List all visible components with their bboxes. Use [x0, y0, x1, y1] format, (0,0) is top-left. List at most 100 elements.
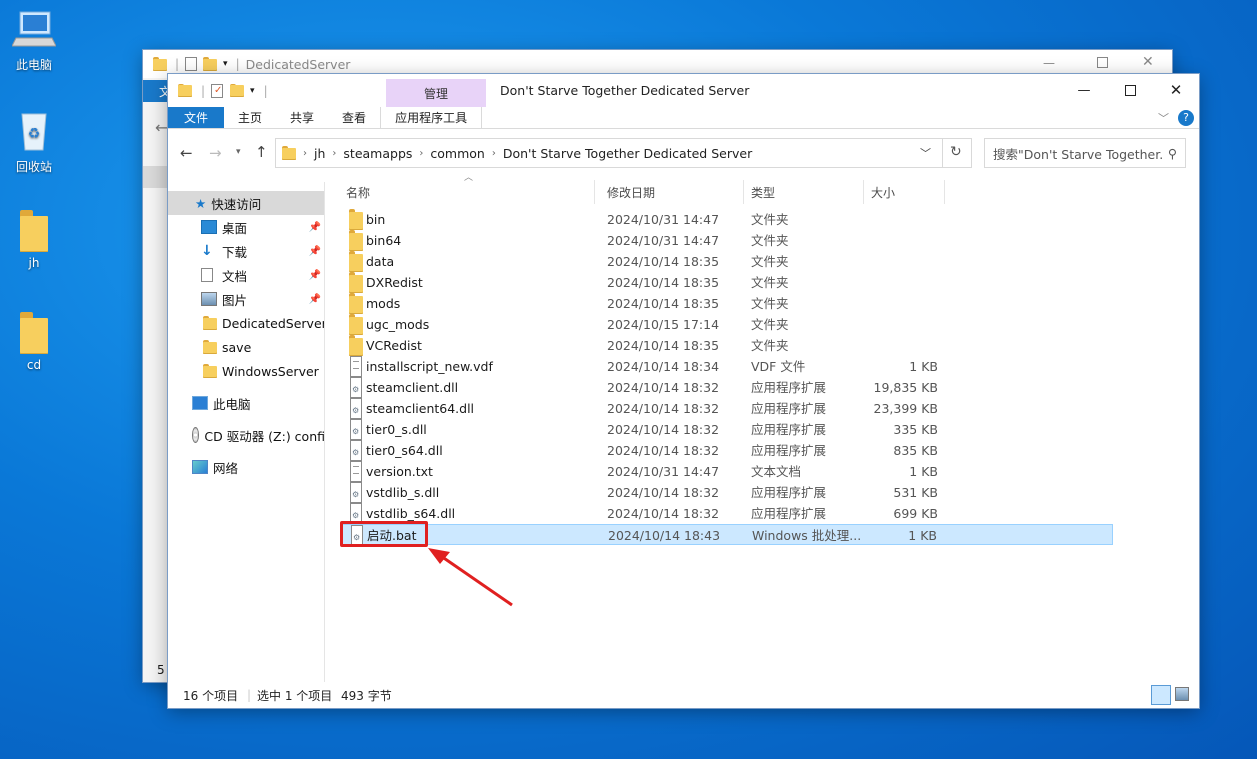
folder-icon [178, 83, 192, 98]
sidebar-item-desktop[interactable]: 桌面 📌 [168, 215, 324, 239]
annotation-arrow-icon [428, 548, 513, 607]
table-row[interactable]: version.txt 2024/10/31 14:47 文本文档 1 KB [340, 461, 1113, 482]
recent-chevron-icon[interactable]: ▾ [236, 147, 241, 157]
table-row[interactable]: mods 2024/10/14 18:35 文件夹 [340, 293, 1113, 314]
breadcrumb-item[interactable]: jh [314, 146, 325, 161]
cell-size: 699 KB [893, 506, 938, 521]
table-row[interactable]: steamclient64.dll 2024/10/14 18:32 应用程序扩展 2… [340, 398, 1113, 421]
title-bar[interactable]: | ✓ ▾ | 管理 Don't Starve Together Dedicat… [168, 74, 1199, 107]
breadcrumb-item[interactable]: Don't Starve Together Dedicated Server [503, 146, 752, 161]
cell-type: VDF 文件 [751, 359, 806, 374]
manage-context-tab[interactable]: 管理 [386, 79, 486, 107]
table-row[interactable]: bin64 2024/10/31 14:47 文件夹 [340, 230, 1113, 251]
sidebar-item-label: CD 驱动器 (Z:) confi [204, 428, 325, 444]
sidebar-item-this-pc[interactable]: 此电脑 [168, 391, 324, 415]
up-arrow-icon[interactable]: ↑ [255, 143, 268, 161]
selected-size: 493 字节 [341, 688, 392, 703]
cell-type: 文件夹 [751, 212, 789, 227]
column-header-type[interactable]: 类型 [745, 180, 864, 204]
cell-date: 2024/10/14 18:32 [607, 506, 720, 521]
cell-name: bin64 [366, 233, 402, 248]
table-row[interactable]: tier0_s.dll 2024/10/14 18:32 应用程序扩展 335 KB [340, 419, 1113, 442]
sidebar-item-downloads[interactable]: ↓ 下载 📌 [168, 239, 324, 263]
desktop-icon-recycle-bin[interactable]: ♻ 回收站 [2, 108, 66, 175]
folder-icon [349, 272, 363, 293]
back-arrow-icon[interactable]: ← [155, 118, 168, 137]
sidebar-item-windowsserver[interactable]: WindowsServer [168, 359, 324, 383]
properties-icon[interactable]: ✓ [211, 83, 224, 98]
gear-file-icon [350, 377, 362, 400]
refresh-icon[interactable]: ↻ [950, 144, 962, 160]
ribbon-expand-icon[interactable]: ﹀ [1158, 110, 1169, 126]
table-row[interactable]: DXRedist 2024/10/14 18:35 文件夹 [340, 272, 1113, 293]
breadcrumb-item[interactable]: common [430, 146, 484, 161]
sidebar-item-documents[interactable]: 文档 📌 [168, 263, 324, 287]
close-button[interactable]: ✕ [1153, 74, 1199, 106]
breadcrumb-separator-icon: › [419, 147, 424, 159]
tab-view[interactable]: 查看 [328, 107, 380, 128]
large-icons-view-button[interactable] [1175, 687, 1189, 701]
column-header-name[interactable]: 名称 [340, 180, 595, 204]
back-arrow-icon[interactable]: ← [180, 144, 193, 162]
tab-application-tools[interactable]: 应用程序工具 [380, 107, 483, 128]
cell-date: 2024/10/31 14:47 [607, 212, 720, 227]
table-row[interactable]: tier0_s64.dll 2024/10/14 18:32 应用程序扩展 835 K… [340, 440, 1113, 463]
cd-drive-icon [192, 427, 200, 443]
table-row[interactable]: vstdlib_s.dll 2024/10/14 18:32 应用程序扩展 531 K… [340, 482, 1113, 505]
minimize-button[interactable]: — [1061, 74, 1107, 106]
cell-size: 19,835 KB [873, 380, 938, 395]
cell-type: 文件夹 [751, 338, 789, 353]
explorer-window[interactable]: | ✓ ▾ | 管理 Don't Starve Together Dedicat… [168, 74, 1199, 708]
desktop-icon-this-pc[interactable]: 此电脑 [2, 8, 66, 73]
tab-file[interactable]: 文件 [168, 107, 225, 128]
details-view-button[interactable] [1151, 685, 1171, 705]
sidebar-item-save[interactable]: save [168, 335, 324, 359]
table-row[interactable]: vstdlib_s64.dll2024/10/14 18:32应用程序扩展699… [340, 503, 1113, 526]
column-header-size[interactable]: 大小 [865, 180, 945, 204]
sidebar-item-dedicatedserver[interactable]: DedicatedServer [168, 311, 324, 335]
tab-share[interactable]: 共享 [276, 107, 328, 128]
navigation-bar: ← → ▾ ↑ › jh › steamapps › common › Don'… [168, 136, 1199, 170]
sidebar-item-pictures[interactable]: 图片 📌 [168, 287, 324, 311]
svg-text:♻: ♻ [28, 126, 41, 142]
desktop-icon-label: 此电脑 [15, 58, 52, 72]
column-header-date[interactable]: 修改日期 [601, 180, 744, 204]
cell-size: 23,399 KB [873, 401, 938, 416]
new-folder-icon[interactable] [203, 57, 218, 71]
gear-file-icon [350, 398, 362, 421]
table-row[interactable]: VCRedist 2024/10/14 18:35 文件夹 [340, 335, 1113, 356]
cell-date: 2024/10/14 18:34 [607, 359, 720, 374]
table-row[interactable]: ugc_mods 2024/10/15 17:14 文件夹 [340, 314, 1113, 335]
maximize-icon[interactable] [1097, 57, 1108, 68]
chevron-down-icon[interactable]: ▾ [250, 86, 255, 96]
table-row[interactable]: steamclient.dll 2024/10/14 18:32 应用程序扩展 19,… [340, 377, 1113, 400]
sidebar-item-network[interactable]: 网络 [168, 455, 324, 479]
search-icon: ⚲ [1167, 145, 1177, 161]
address-dropdown-icon[interactable]: ﹀ [920, 145, 931, 161]
chevron-down-icon[interactable]: ▾ [223, 59, 228, 69]
tab-home[interactable]: 主页 [224, 107, 276, 128]
sidebar-item-quick-access[interactable]: ★ 快速访问 [168, 191, 324, 215]
cell-type: 文件夹 [751, 296, 789, 311]
gear-file-icon [350, 482, 362, 505]
table-row[interactable]: data 2024/10/14 18:35 文件夹 [340, 251, 1113, 272]
close-icon[interactable]: ✕ [1142, 54, 1154, 70]
forward-arrow-icon[interactable]: → [209, 144, 222, 162]
folder-icon [20, 312, 48, 354]
table-row[interactable]: bin 2024/10/31 14:47 文件夹 [340, 209, 1113, 230]
window-title: Don't Starve Together Dedicated Server [500, 83, 750, 98]
breadcrumb-item[interactable]: steamapps [343, 146, 412, 161]
maximize-button[interactable] [1107, 74, 1153, 106]
minimize-icon[interactable]: — [1043, 56, 1055, 70]
table-row[interactable]: installscript_new.vdf 2024/10/14 18:34 VDF… [340, 356, 1113, 377]
search-input[interactable]: 搜索"Don't Starve Together... ⚲ [984, 138, 1186, 168]
help-icon[interactable]: ? [1178, 110, 1194, 126]
desktop-icon-cd-folder[interactable]: cd [2, 312, 66, 372]
file-tab[interactable]: 文 [143, 80, 168, 102]
status-bar: 16 个项目 | 选中 1 个项目 493 字节 [168, 682, 1199, 708]
sidebar-item-cd-drive[interactable]: CD 驱动器 (Z:) confi [168, 423, 325, 447]
address-bar[interactable]: › jh › steamapps › common › Don't Starve… [275, 138, 972, 168]
desktop-icon-jh-folder[interactable]: jh [2, 210, 66, 270]
new-folder-icon[interactable] [230, 83, 245, 98]
properties-icon[interactable] [185, 57, 198, 71]
